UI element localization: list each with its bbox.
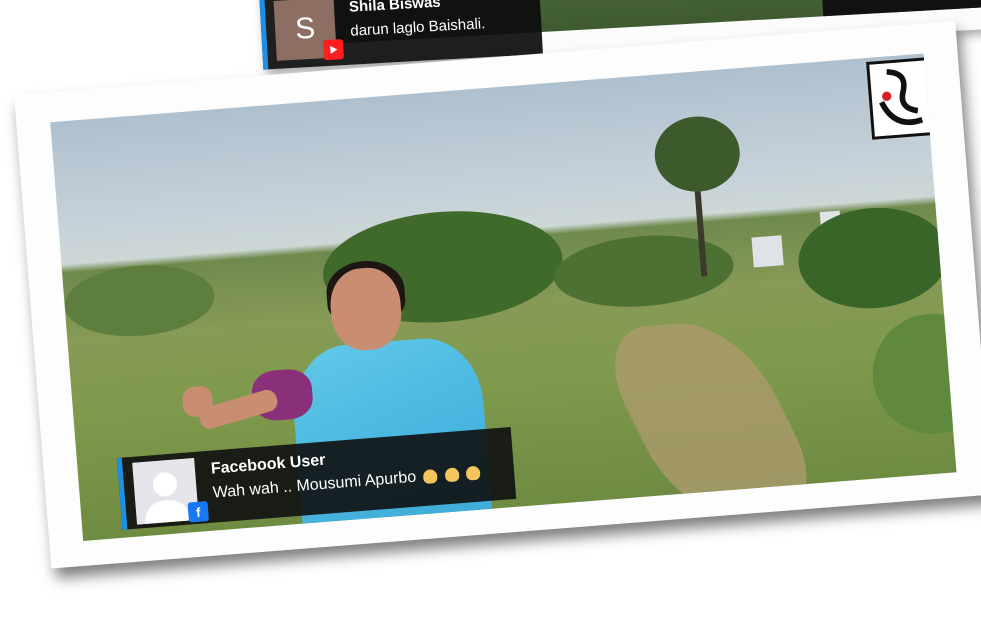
bush bbox=[868, 309, 957, 439]
bush bbox=[62, 260, 218, 342]
channel-logo bbox=[866, 57, 934, 140]
facebook-icon: f bbox=[187, 501, 210, 523]
video-frame: f Facebook User Wah wah .. Mousumi Apurb… bbox=[50, 53, 957, 541]
youtube-icon bbox=[322, 39, 344, 61]
dirt-path bbox=[587, 318, 834, 524]
comment-author: Shila Biswas bbox=[348, 0, 442, 16]
clapping-hands-emoji-icon bbox=[465, 465, 481, 481]
clapping-hands-emoji-icon bbox=[444, 467, 460, 483]
front-photo-card: f Facebook User Wah wah .. Mousumi Apurb… bbox=[14, 20, 981, 569]
avatar-letter: S bbox=[294, 11, 317, 46]
bush bbox=[551, 229, 737, 314]
building bbox=[751, 235, 784, 268]
clapping-hands-emoji-icon bbox=[423, 468, 439, 484]
comment-author: Facebook User bbox=[210, 451, 326, 478]
comment-text: darun laglo Baishali. bbox=[349, 15, 486, 40]
comment-overlay: f Facebook User Wah wah .. Mousumi Apurb… bbox=[116, 427, 517, 530]
bush bbox=[794, 202, 953, 314]
palm-tree-crown bbox=[651, 113, 743, 195]
back-video-dark-region bbox=[812, 0, 981, 17]
woman-hand bbox=[181, 385, 214, 418]
